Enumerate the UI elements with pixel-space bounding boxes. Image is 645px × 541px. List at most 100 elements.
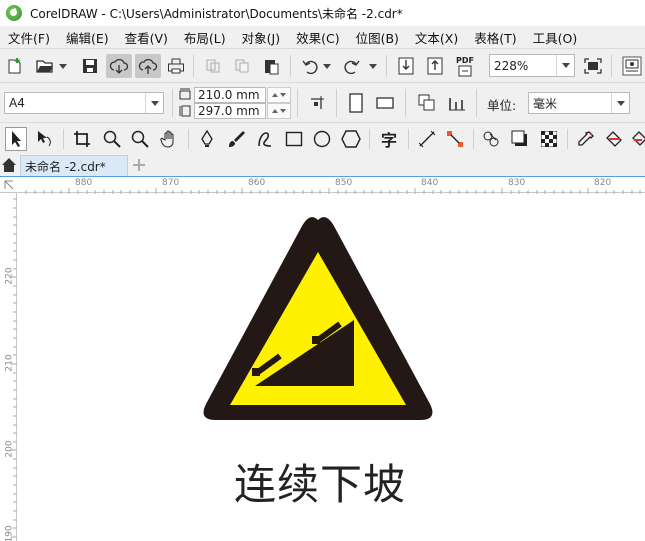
continuous-downhill-warning-sign[interactable]	[198, 214, 438, 426]
menu-bitmaps[interactable]: 位图(B)	[348, 28, 407, 47]
zoom-out-tool-icon[interactable]	[128, 128, 152, 150]
cloud-upload-icon[interactable]	[135, 54, 161, 78]
page-size-dropdown-chevron-icon[interactable]	[145, 93, 163, 113]
toolbar-separator	[476, 89, 477, 117]
shape-tool-icon[interactable]	[33, 128, 57, 150]
export-pdf-icon[interactable]: PDF	[454, 54, 476, 78]
toolbar-separator	[188, 129, 189, 149]
upper-arrow-head	[252, 368, 260, 376]
page-width-input[interactable]: 210.0 mm	[194, 87, 266, 103]
full-screen-preview-icon[interactable]	[582, 56, 604, 76]
page-height-spinner-icon[interactable]	[267, 103, 291, 119]
smart-fill-tool-icon[interactable]	[630, 128, 645, 150]
toolbar-separator	[63, 129, 64, 149]
page-width-value: 210.0 mm	[198, 88, 260, 102]
open-folder-icon[interactable]	[35, 56, 55, 76]
redo-dropdown-chevron-icon[interactable]	[368, 61, 378, 71]
pick-tool-icon[interactable]	[5, 127, 27, 151]
units-label: 单位:	[487, 98, 517, 113]
menu-table[interactable]: 表格(T)	[466, 28, 524, 47]
ellipse-tool-icon[interactable]	[310, 128, 334, 150]
landscape-orientation-icon[interactable]	[373, 92, 397, 114]
menu-text[interactable]: 文本(X)	[407, 28, 466, 47]
import-icon[interactable]	[396, 56, 416, 76]
options-icon[interactable]	[620, 54, 644, 78]
slope-wall	[348, 320, 354, 386]
eyedropper-tool-icon[interactable]	[574, 128, 598, 150]
page-height-icon	[178, 104, 192, 118]
page-height-value: 297.0 mm	[198, 104, 260, 118]
save-icon[interactable]	[80, 56, 100, 76]
toolbar-separator	[336, 89, 337, 117]
menu-layout[interactable]: 布局(L)	[176, 28, 234, 47]
connector-tool-icon[interactable]	[443, 128, 467, 150]
units-value: 毫米	[533, 96, 558, 111]
home-icon[interactable]	[0, 156, 18, 174]
vertical-ruler[interactable]: 220 210 200 190	[0, 193, 17, 541]
toolbar-separator	[473, 129, 474, 149]
standard-toolbar: PDF 228%	[0, 48, 645, 82]
page-size-combo[interactable]: A4	[4, 92, 164, 114]
pen-tool-icon[interactable]	[195, 128, 219, 150]
rectangle-tool-icon[interactable]	[282, 128, 306, 150]
cut-icon[interactable]	[203, 56, 223, 76]
menu-edit[interactable]: 编辑(E)	[58, 28, 117, 47]
menu-view[interactable]: 查看(V)	[117, 28, 176, 47]
toolbar-separator	[408, 129, 409, 149]
toolbar-separator	[172, 89, 173, 117]
ruler-h-ticks	[25, 188, 641, 194]
portrait-orientation-icon[interactable]	[345, 92, 367, 114]
copy-icon[interactable]	[232, 56, 252, 76]
drop-shadow-tool-icon[interactable]	[508, 128, 532, 150]
new-document-icon[interactable]	[5, 56, 25, 76]
all-pages-icon[interactable]	[416, 92, 438, 114]
zoom-dropdown-chevron-icon[interactable]	[556, 55, 574, 76]
page-height-input[interactable]: 297.0 mm	[194, 103, 266, 119]
transparency-tool-icon[interactable]	[537, 128, 561, 150]
page-width-spinner-icon[interactable]	[267, 87, 291, 103]
menu-file[interactable]: 文件(F)	[0, 28, 58, 47]
toolbox: 字	[0, 122, 645, 154]
menu-tools[interactable]: 工具(O)	[525, 28, 586, 47]
parallel-dimension-tool-icon[interactable]	[415, 128, 439, 150]
ruler-v-ticks	[11, 198, 17, 538]
crop-tool-icon[interactable]	[70, 128, 94, 150]
cloud-download-icon[interactable]	[106, 54, 132, 78]
menu-object[interactable]: 对象(J)	[234, 28, 288, 47]
artistic-media-tool-icon[interactable]	[224, 128, 248, 150]
undo-icon[interactable]	[300, 56, 320, 76]
open-dropdown-chevron-icon[interactable]	[58, 61, 68, 71]
export-icon[interactable]	[425, 56, 445, 76]
zoom-level-combo[interactable]: 228%	[489, 54, 575, 77]
property-bar: A4 210.0 mm 297.0 mm 单位: 毫米	[0, 82, 645, 122]
units-combo[interactable]: 毫米	[528, 92, 630, 114]
blend-tool-icon[interactable]	[480, 128, 504, 150]
horizontal-ruler[interactable]: 880 870 860 850 840 830 820	[0, 176, 645, 194]
zoom-level-value: 228%	[494, 58, 529, 73]
new-tab-plus-icon[interactable]	[130, 156, 148, 174]
menu-effects[interactable]: 效果(C)	[288, 28, 347, 47]
text-tool-icon[interactable]: 字	[376, 128, 402, 150]
pan-tool-icon[interactable]	[157, 128, 181, 150]
print-icon[interactable]	[166, 56, 186, 76]
page-size-value: A4	[9, 96, 25, 110]
zoom-tool-icon[interactable]	[100, 128, 124, 150]
toolbar-separator	[193, 55, 194, 77]
resize-page-to-content-icon[interactable]	[306, 93, 328, 113]
redo-icon[interactable]	[342, 56, 362, 76]
toolbar-separator	[386, 55, 387, 77]
freehand-curve-tool-icon[interactable]	[253, 128, 277, 150]
toolbar-separator	[297, 89, 298, 117]
toolbar-separator	[290, 55, 291, 77]
lower-arrow-head	[312, 336, 320, 344]
current-page-icon[interactable]	[446, 92, 468, 114]
title-bar: CorelDRAW - C:\Users\Administrator\Docum…	[0, 0, 645, 26]
interactive-fill-tool-icon[interactable]	[603, 128, 627, 150]
polygon-tool-icon[interactable]	[339, 128, 363, 150]
units-dropdown-chevron-icon[interactable]	[611, 93, 629, 113]
document-tab[interactable]: 未命名 -2.cdr*	[20, 155, 128, 176]
pdf-label: PDF	[456, 55, 474, 65]
toolbar-separator	[611, 55, 612, 77]
undo-dropdown-chevron-icon[interactable]	[322, 61, 332, 71]
paste-icon[interactable]	[261, 56, 281, 76]
